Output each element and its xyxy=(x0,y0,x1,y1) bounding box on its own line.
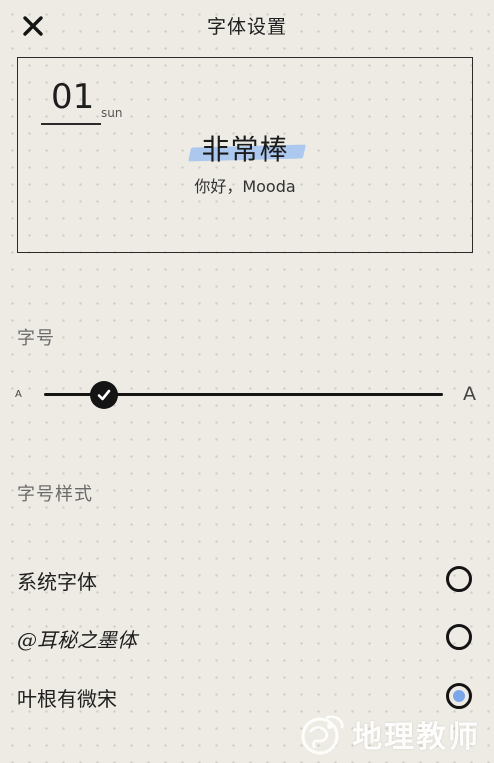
font-option-radio[interactable] xyxy=(446,566,472,592)
font-option-song[interactable]: 叶根有微宋 xyxy=(0,673,494,717)
font-style-label: 字号样式 xyxy=(17,484,93,505)
preview-subtitle: 你好，Mooda xyxy=(194,177,296,196)
page-title: 字体设置 xyxy=(206,16,287,38)
check-icon xyxy=(97,389,111,401)
font-option-label: 叶根有微宋 xyxy=(17,687,117,711)
font-option-handwriting[interactable]: @耳秘之墨体 xyxy=(0,614,494,658)
watermark-logo-icon xyxy=(301,715,344,755)
font-preview-card: 01 sun 非常棒 你好，Mooda xyxy=(17,57,473,253)
font-option-system[interactable]: 系统字体 xyxy=(0,556,494,600)
date-number: 01 xyxy=(51,77,95,117)
watermark: 地理教师 xyxy=(296,712,480,756)
radio-selected-dot xyxy=(453,690,465,702)
font-option-label: @耳秘之墨体 xyxy=(17,628,137,652)
preview-title: 非常棒 xyxy=(201,133,289,166)
font-size-small-icon: A xyxy=(15,389,22,400)
font-option-radio[interactable] xyxy=(446,624,472,650)
font-option-radio-selected[interactable] xyxy=(446,683,472,709)
date-underline xyxy=(41,123,101,125)
font-size-large-icon: A xyxy=(463,383,476,405)
font-size-label: 字号 xyxy=(17,328,55,349)
date-day: sun xyxy=(101,106,123,120)
font-size-slider-thumb[interactable] xyxy=(89,381,118,409)
font-option-label: 系统字体 xyxy=(17,570,97,594)
watermark-text: 地理教师 xyxy=(352,720,480,755)
